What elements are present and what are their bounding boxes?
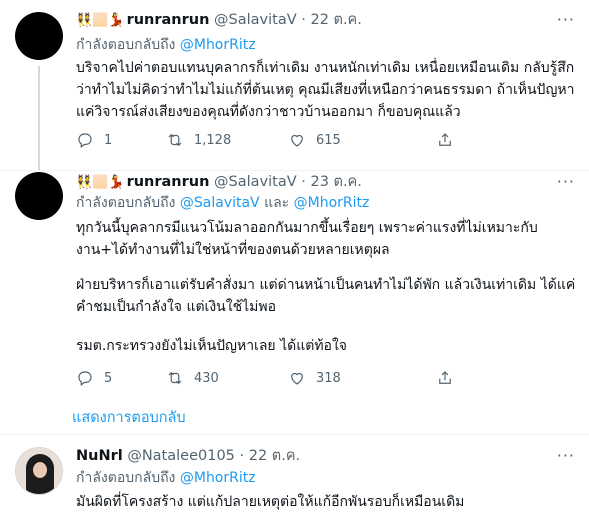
mention-link[interactable]: @SalavitaV xyxy=(180,195,260,211)
retweet-button[interactable]: 430 xyxy=(166,369,219,387)
reply-button[interactable]: 5 xyxy=(76,369,112,387)
tweet-1[interactable]: 👯🏻💃 runranrun @SalavitaV · 22 ต.ค. ··· กำ… xyxy=(0,0,589,170)
like-icon xyxy=(291,372,303,385)
more-icon[interactable]: ··· xyxy=(557,172,575,191)
display-name[interactable]: NuNrl xyxy=(76,448,123,464)
name-emoji: 👯🏻💃 xyxy=(76,13,125,28)
action-bar: 5 430 318 xyxy=(76,369,576,389)
show-replies-link[interactable]: แสดงการตอบกลับ xyxy=(72,406,186,429)
mention-link[interactable]: @MhorRitz xyxy=(294,195,370,211)
timestamp[interactable]: 22 ต.ค. xyxy=(310,12,361,28)
tweet-2[interactable]: 👯🏻💃 runranrun @SalavitaV · 23 ต.ค. ··· กำ… xyxy=(0,170,589,392)
name-emoji: 👯🏻💃 xyxy=(76,175,125,190)
mention-link[interactable]: @MhorRitz xyxy=(180,37,256,53)
reply-count: 1 xyxy=(104,132,113,148)
retweet-button[interactable]: 1,128 xyxy=(166,131,231,149)
avatar[interactable] xyxy=(15,447,63,495)
tweet-body: บริจาคไปค่าตอบแทนบุคลากรก็เท่าเดิม งานหน… xyxy=(76,60,575,120)
reply-button[interactable]: 1 xyxy=(76,131,112,149)
share-button[interactable] xyxy=(436,369,454,387)
retweet-count: 430 xyxy=(194,370,219,386)
replying-to: กำลังตอบกลับถึง @MhorRitz xyxy=(76,36,256,55)
tweet-header: 👯🏻💃 runranrun @SalavitaV · 22 ต.ค. xyxy=(76,10,362,30)
tweet-header: NuNrl @Natalee0105 · 22 ต.ค. xyxy=(76,446,300,466)
user-handle[interactable]: @SalavitaV xyxy=(214,174,297,190)
avatar[interactable] xyxy=(15,12,63,60)
tweet-text: มันผิดที่โครงสร้าง แต่แก้ปลายเหตุต่อให้แ… xyxy=(76,491,576,513)
tweet-header: 👯🏻💃 runranrun @SalavitaV · 23 ต.ค. xyxy=(76,172,362,192)
share-icon xyxy=(439,133,451,146)
avatar[interactable] xyxy=(15,172,63,220)
retweet-icon xyxy=(168,133,182,147)
replying-prefix: กำลังตอบกลับถึง xyxy=(76,37,180,53)
like-button[interactable]: 615 xyxy=(288,131,341,149)
replying-prefix: กำลังตอบกลับถึง xyxy=(76,470,180,486)
separator-dot: · xyxy=(239,448,245,464)
tweet-body: มันผิดที่โครงสร้าง แต่แก้ปลายเหตุต่อให้แ… xyxy=(76,494,465,510)
timestamp[interactable]: 23 ต.ค. xyxy=(310,174,361,190)
tweet-paragraph: ฝ่ายบริหารก็เอาแต่รับคำสั่งมา แต่ด่านหน้… xyxy=(76,277,576,315)
like-count: 318 xyxy=(316,370,341,386)
tweet-3[interactable]: NuNrl @Natalee0105 · 22 ต.ค. ··· กำลังตอ… xyxy=(0,435,589,524)
more-icon[interactable]: ··· xyxy=(557,10,575,29)
reply-count: 5 xyxy=(104,370,113,386)
like-button[interactable]: 318 xyxy=(288,369,341,387)
retweet-icon xyxy=(168,371,182,385)
reply-icon xyxy=(78,371,92,386)
like-icon xyxy=(291,134,303,147)
user-handle[interactable]: @Natalee0105 xyxy=(127,448,235,464)
separator-dot: · xyxy=(301,174,306,190)
action-bar: 1 1,128 615 xyxy=(76,131,576,151)
retweet-count: 1,128 xyxy=(194,132,232,148)
reply-icon xyxy=(78,133,92,148)
like-count: 615 xyxy=(316,132,341,148)
replying-and: และ xyxy=(259,195,294,211)
replying-to: กำลังตอบกลับถึง @MhorRitz xyxy=(76,469,256,488)
display-name[interactable]: runranrun xyxy=(127,12,210,28)
mention-link[interactable]: @MhorRitz xyxy=(180,470,256,486)
replying-prefix: กำลังตอบกลับถึง xyxy=(76,195,180,211)
tweet-text: บริจาคไปค่าตอบแทนบุคลากรก็เท่าเดิม งานหน… xyxy=(76,57,576,123)
tweet-paragraph: ทุกวันนี้บุคลากรมีแนวโน้มลาออกกันมากขึ้น… xyxy=(76,220,538,258)
separator-dot: · xyxy=(301,12,306,28)
user-handle[interactable]: @SalavitaV xyxy=(214,12,297,28)
share-icon xyxy=(439,371,451,384)
tweet-text: ทุกวันนี้บุคลากรมีแนวโน้มลาออกกันมากขึ้น… xyxy=(76,217,576,261)
avatar-face xyxy=(33,462,47,478)
more-icon[interactable]: ··· xyxy=(557,446,575,465)
tweet-text: รมต.กระทรวงยังไม่เห็นปัญหาเลย ได้แต่ท้อใ… xyxy=(76,335,576,357)
replying-to: กำลังตอบกลับถึง @SalavitaV และ @MhorRitz xyxy=(76,194,369,213)
share-button[interactable] xyxy=(436,131,454,149)
display-name[interactable]: runranrun xyxy=(127,174,210,190)
timestamp[interactable]: 22 ต.ค. xyxy=(249,448,300,464)
tweet-paragraph: รมต.กระทรวงยังไม่เห็นปัญหาเลย ได้แต่ท้อใ… xyxy=(76,338,347,354)
tweet-text: ฝ่ายบริหารก็เอาแต่รับคำสั่งมา แต่ด่านหน้… xyxy=(76,274,576,318)
